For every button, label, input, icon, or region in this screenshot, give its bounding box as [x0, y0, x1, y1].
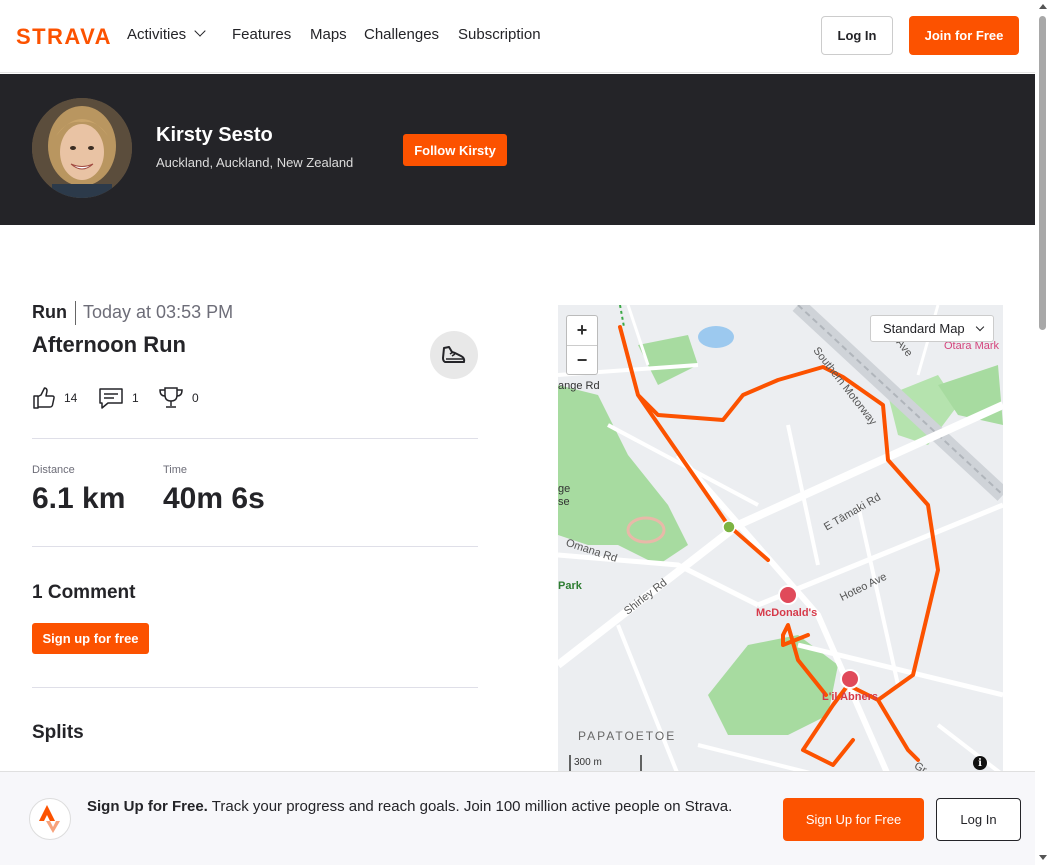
nav-challenges[interactable]: Challenges [364, 25, 439, 45]
strava-logo-icon [29, 798, 71, 840]
achievements-button[interactable]: 0 [158, 384, 199, 412]
banner-text: Sign Up for Free. Track your progress an… [87, 796, 757, 818]
scroll-up-icon[interactable] [1039, 4, 1047, 9]
divider [32, 438, 478, 439]
divider [32, 546, 478, 547]
map-label-ge: ge [558, 483, 571, 495]
top-nav: STRAVA Activities Features Maps Challeng… [0, 0, 1035, 73]
page: STRAVA Activities Features Maps Challeng… [0, 0, 1050, 865]
chevron-down-icon [194, 25, 206, 37]
map-label-grange: ange Rd [558, 380, 600, 392]
map-canvas[interactable] [558, 305, 1003, 775]
athlete-name[interactable]: Kirsty Sesto [156, 124, 273, 147]
divider [32, 687, 478, 688]
avatar-image [32, 98, 132, 198]
scrollbar[interactable] [1035, 0, 1050, 865]
activity-title: Afternoon Run [32, 332, 186, 357]
zoom-control: + − [566, 315, 598, 375]
login-button[interactable]: Log In [821, 16, 893, 55]
kudos-count: 14 [64, 391, 78, 405]
distance-value: 6.1 km [32, 482, 126, 515]
map-label-lil-abners: L'il Abners [822, 691, 878, 703]
map-style-select[interactable]: Standard Map [870, 315, 994, 342]
banner-signup-button[interactable]: Sign Up for Free [783, 798, 924, 841]
trophy-icon [159, 387, 183, 408]
banner-body: Track your progress and reach goals. Joi… [211, 798, 733, 815]
zoom-in-button[interactable]: + [567, 316, 597, 345]
comments-button[interactable]: 1 [98, 384, 139, 412]
activity-type: Run [32, 302, 67, 322]
athlete-header: Kirsty Sesto Auckland, Auckland, New Zea… [0, 74, 1035, 225]
chevron-down-icon [975, 322, 984, 331]
map-style-label: Standard Map [883, 321, 965, 336]
map-label-papatoetoe: PAPATOETOE [578, 729, 677, 743]
nav-activities[interactable]: Activities [127, 25, 206, 45]
map-label-se: se [558, 496, 570, 508]
follow-button[interactable]: Follow Kirsty [403, 134, 507, 166]
strava-logo[interactable]: STRAVA [16, 26, 112, 46]
activity-datetime: Today at 03:53 PM [83, 302, 234, 322]
map-label-park: Park [558, 580, 582, 592]
divider [75, 301, 76, 325]
avatar[interactable] [32, 98, 132, 198]
nav-subscription[interactable]: Subscription [458, 25, 541, 45]
map-label-mcdonalds: McDonald's [756, 607, 818, 619]
thumbs-up-icon [33, 387, 55, 409]
achievement-count: 0 [192, 391, 199, 405]
svg-text:STRAVA: STRAVA [16, 26, 111, 46]
info-icon[interactable]: i [973, 756, 987, 770]
zoom-out-button[interactable]: − [567, 346, 597, 375]
nav-maps[interactable]: Maps [310, 25, 347, 45]
kudos-button[interactable]: 14 [32, 384, 77, 412]
scroll-down-icon[interactable] [1039, 855, 1047, 860]
nav-activities-label: Activities [127, 26, 187, 43]
distance-label: Distance [32, 464, 75, 476]
signup-banner: Sign Up for Free. Track your progress an… [0, 771, 1035, 865]
banner-headline: Sign Up for Free. [87, 798, 208, 815]
banner-login-button[interactable]: Log In [936, 798, 1021, 841]
route-map[interactable]: Southern Motorway Ave Otara Mark ange Rd… [558, 305, 1003, 775]
comments-title: 1 Comment [32, 582, 136, 603]
join-button[interactable]: Join for Free [909, 16, 1019, 55]
time-value: 40m 6s [163, 482, 265, 515]
splits-title: Splits [32, 722, 84, 743]
nav-features[interactable]: Features [232, 25, 291, 45]
time-label: Time [163, 464, 188, 476]
athlete-location: Auckland, Auckland, New Zealand [156, 155, 354, 170]
comment-count: 1 [132, 391, 139, 405]
scrollbar-thumb[interactable] [1039, 16, 1046, 330]
map-scale: 300 m [574, 757, 602, 768]
shoe-icon [430, 331, 478, 379]
comment-icon [99, 388, 123, 409]
signup-button[interactable]: Sign up for free [32, 623, 149, 654]
